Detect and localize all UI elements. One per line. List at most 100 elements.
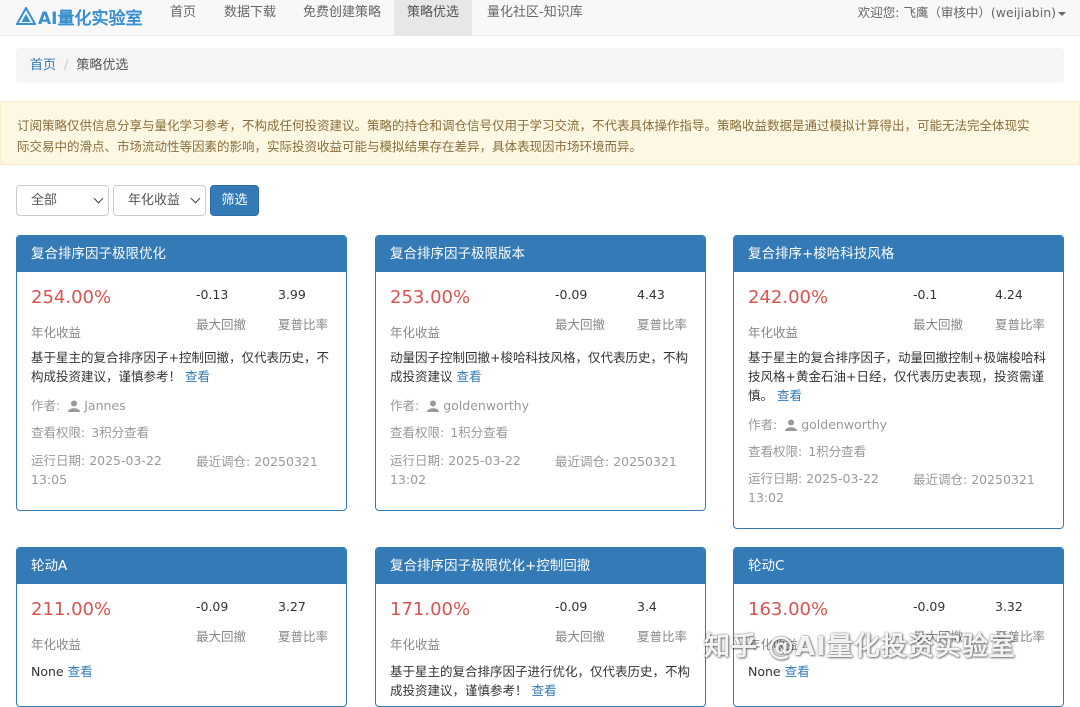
description-text: None: [748, 664, 781, 679]
run-date-label: 运行日期:: [31, 453, 86, 468]
annual-return-label: 年化收益: [31, 637, 82, 652]
breadcrumb-home-link[interactable]: 首页: [30, 58, 56, 73]
strategy-description: 动量因子控制回撤+梭哈科技风格，仅代表历史，不构成投资建议 查看: [390, 348, 690, 386]
strategy-card-title[interactable]: 轮动C: [734, 548, 1063, 584]
sort-select[interactable]: 年化收益: [113, 185, 206, 216]
strategy-card-title[interactable]: 复合排序+梭哈科技风格: [734, 236, 1063, 272]
run-date-row: 运行日期: 2025-03-22 13:05: [31, 451, 191, 489]
user-greeting: 欢迎您: 飞鹰（审核中）(weijiabin): [857, 5, 1056, 20]
strategy-card-title[interactable]: 轮动A: [17, 548, 346, 584]
sharpe-label: 夏普比率: [637, 629, 688, 644]
strategy-description: None 查看: [31, 662, 331, 681]
author-name: Jannes: [84, 398, 126, 413]
nav-create-strategy[interactable]: 免费创建策略: [290, 0, 394, 36]
sharpe-value: 3.27: [278, 599, 306, 614]
zhihu-watermark: 知乎 @AI量化投资实验室: [704, 632, 1016, 662]
annual-return-value: 163.00%: [748, 599, 829, 620]
max-drawdown-value: -0.09: [555, 287, 588, 302]
sharpe-value: 4.43: [637, 287, 665, 302]
sharpe-label: 夏普比率: [995, 317, 1046, 332]
run-date-label: 运行日期:: [748, 471, 803, 486]
user-menu[interactable]: 欢迎您: 飞鹰（审核中）(weijiabin): [858, 0, 1066, 26]
strategy-card-title[interactable]: 复合排序因子极限优化: [17, 236, 346, 272]
annual-return-value: 171.00%: [390, 599, 471, 620]
max-drawdown-label: 最大回撤: [196, 317, 247, 332]
last-rebalance-row: 最近调仓: 20250321: [555, 451, 677, 470]
permission-value: 3积分查看: [91, 425, 150, 440]
strategy-card-title[interactable]: 复合排序因子极限版本: [376, 236, 705, 272]
strategy-card: 复合排序因子极限优化 254.00% 年化收益 -0.13 最大回撤 3.99 …: [16, 235, 347, 511]
sharpe-value: 3.32: [995, 599, 1023, 614]
annual-return-value: 211.00%: [31, 599, 112, 620]
annual-return-value: 242.00%: [748, 287, 829, 308]
strategy-description: 基于星主的复合排序因子进行优化，仅代表历史，不构成投资建议，谨慎参考！ 查看: [390, 662, 690, 700]
max-drawdown-value: -0.13: [196, 287, 229, 302]
disclaimer-line-1: 订阅策略仅供信息分享与量化学习参考，不构成任何投资建议。策略的持仓和调仓信号仅用…: [17, 118, 1030, 133]
permission-value: 1积分查看: [450, 425, 509, 440]
view-link[interactable]: 查看: [785, 664, 810, 679]
view-link[interactable]: 查看: [777, 388, 802, 403]
strategy-description: 基于星主的复合排序因子，动量回撤控制+极端梭哈科技风格+黄金石油+日经，仅代表历…: [748, 348, 1048, 405]
nav-home[interactable]: 首页: [157, 0, 209, 36]
brand-logo[interactable]: AI量化实验室: [16, 3, 142, 29]
view-link[interactable]: 查看: [457, 369, 482, 384]
category-select[interactable]: 全部: [16, 185, 109, 216]
annual-return-label: 年化收益: [31, 325, 82, 340]
filter-button[interactable]: 筛选: [210, 185, 259, 216]
author-label: 作者:: [390, 398, 420, 413]
view-link[interactable]: 查看: [68, 664, 93, 679]
breadcrumb-current: 策略优选: [76, 58, 129, 73]
user-icon: [68, 400, 81, 412]
breadcrumb-separator: /: [64, 58, 69, 73]
nav-strategy-select[interactable]: 策略优选: [394, 0, 473, 36]
disclaimer-alert: 订阅策略仅供信息分享与量化学习参考，不构成任何投资建议。策略的持仓和调仓信号仅用…: [0, 101, 1080, 165]
max-drawdown-value: -0.1: [913, 287, 938, 302]
strategy-description: 基于星主的复合排序因子+控制回撤，仅代表历史，不构成投资建议，谨慎参考！ 查看: [31, 348, 331, 386]
strategy-description: None 查看: [748, 662, 1048, 681]
author-name: goldenworthy: [443, 398, 530, 413]
last-rebalance-value: 20250321: [254, 454, 318, 469]
description-text: 动量因子控制回撤+梭哈科技风格，仅代表历史，不构成投资建议: [390, 350, 688, 384]
author-label: 作者:: [748, 417, 778, 432]
view-link[interactable]: 查看: [185, 369, 210, 384]
sharpe-value: 3.4: [637, 599, 657, 614]
author-row: 作者: Jannes: [31, 395, 126, 414]
permission-row: 查看权限: 1积分查看: [748, 441, 866, 460]
annual-return-label: 年化收益: [390, 637, 441, 652]
author-name: goldenworthy: [801, 417, 888, 432]
last-rebalance-value: 20250321: [971, 472, 1035, 487]
annual-return-value: 253.00%: [390, 287, 471, 308]
top-navbar: AI量化实验室 首页 数据下载 免费创建策略 策略优选 量化社区-知识库 欢迎您…: [0, 0, 1080, 36]
permission-label: 查看权限:: [748, 444, 803, 459]
category-select-value: 全部: [31, 193, 58, 208]
description-text: 基于星主的复合排序因子+控制回撤，仅代表历史，不构成投资建议，谨慎参考！: [31, 350, 329, 384]
max-drawdown-value: -0.09: [913, 599, 946, 614]
last-rebalance-value: 20250321: [613, 454, 677, 469]
author-row: 作者: goldenworthy: [390, 395, 529, 414]
max-drawdown-label: 最大回撤: [555, 317, 606, 332]
strategy-card: 复合排序因子极限版本 253.00% 年化收益 -0.09 最大回撤 4.43 …: [375, 235, 706, 511]
strategy-card: 复合排序因子极限优化+控制回撤 171.00% 年化收益 -0.09 最大回撤 …: [375, 547, 706, 707]
sharpe-label: 夏普比率: [278, 629, 329, 644]
last-rebalance-label: 最近调仓:: [555, 454, 610, 469]
permission-label: 查看权限:: [390, 425, 445, 440]
nav-community[interactable]: 量化社区-知识库: [474, 0, 596, 36]
sharpe-value: 4.24: [995, 287, 1023, 302]
nav-data-download[interactable]: 数据下载: [211, 0, 289, 36]
run-date-row: 运行日期: 2025-03-22 13:02: [390, 451, 550, 489]
sharpe-label: 夏普比率: [637, 317, 688, 332]
strategy-card: 轮动A 211.00% 年化收益 -0.09 最大回撤 3.27 夏普比率 No…: [16, 547, 347, 707]
max-drawdown-label: 最大回撤: [913, 317, 964, 332]
last-rebalance-label: 最近调仓:: [913, 472, 968, 487]
permission-label: 查看权限:: [31, 425, 86, 440]
sort-select-value: 年化收益: [128, 193, 181, 208]
brand-name: AI量化实验室: [38, 8, 143, 29]
max-drawdown-label: 最大回撤: [555, 629, 606, 644]
strategy-card-title[interactable]: 复合排序因子极限优化+控制回撤: [376, 548, 705, 584]
max-drawdown-value: -0.09: [196, 599, 229, 614]
author-row: 作者: goldenworthy: [748, 414, 887, 433]
chevron-down-icon: [93, 193, 104, 204]
last-rebalance-label: 最近调仓:: [196, 454, 251, 469]
disclaimer-line-2: 际交易中的滑点、市场流动性等因素的影响，实际投资收益可能与模拟结果存在差异，具体…: [17, 139, 643, 154]
max-drawdown-label: 最大回撤: [196, 629, 247, 644]
